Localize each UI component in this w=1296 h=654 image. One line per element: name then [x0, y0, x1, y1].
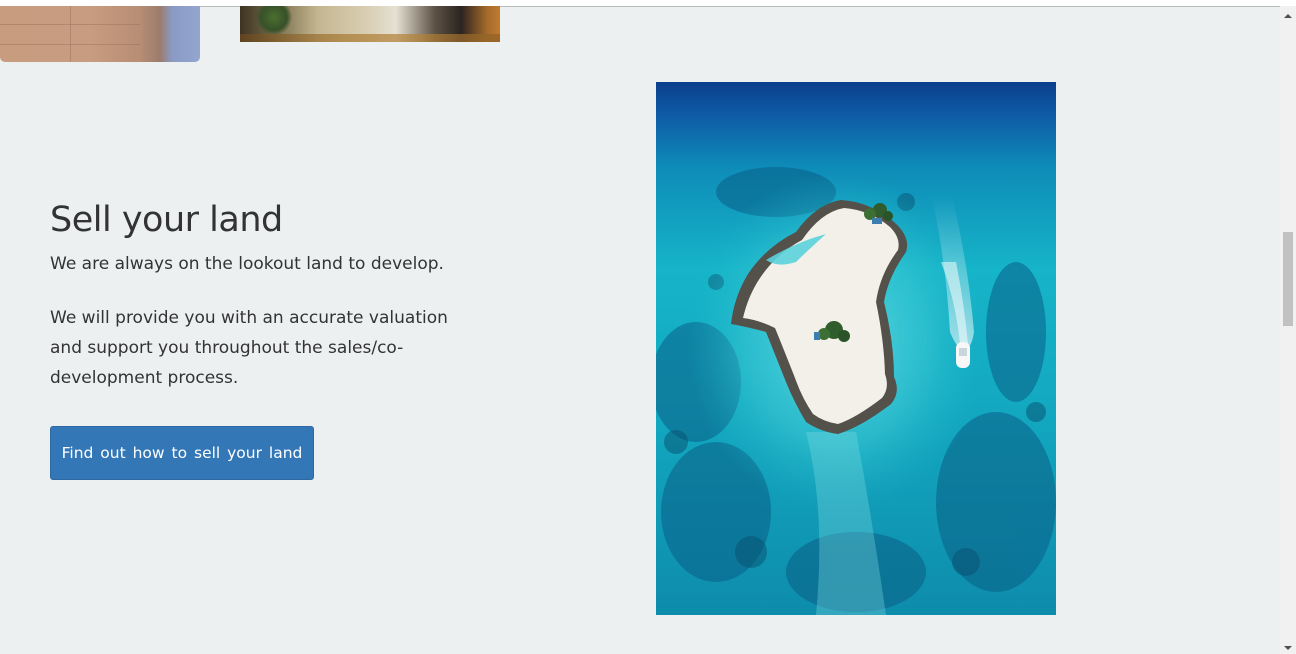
section-body-text: We will provide you with an accurate val… — [50, 308, 448, 388]
living-room-photo — [240, 6, 500, 42]
aerial-island-photo — [656, 82, 1056, 615]
scrollbar-thumb[interactable] — [1283, 232, 1293, 326]
sell-land-button[interactable]: Find out how to sell your land — [50, 426, 314, 480]
page-viewport: Sell your land We are always on the look… — [0, 0, 1296, 654]
section-lead-text: We are always on the lookout land to dev… — [50, 254, 444, 274]
scroll-up-arrow-icon[interactable] — [1280, 8, 1296, 22]
section-heading: Sell your land — [50, 200, 283, 240]
interior-floor-photo — [0, 6, 200, 62]
scroll-down-arrow-icon[interactable] — [1280, 640, 1296, 654]
vertical-scrollbar[interactable] — [1280, 6, 1296, 654]
